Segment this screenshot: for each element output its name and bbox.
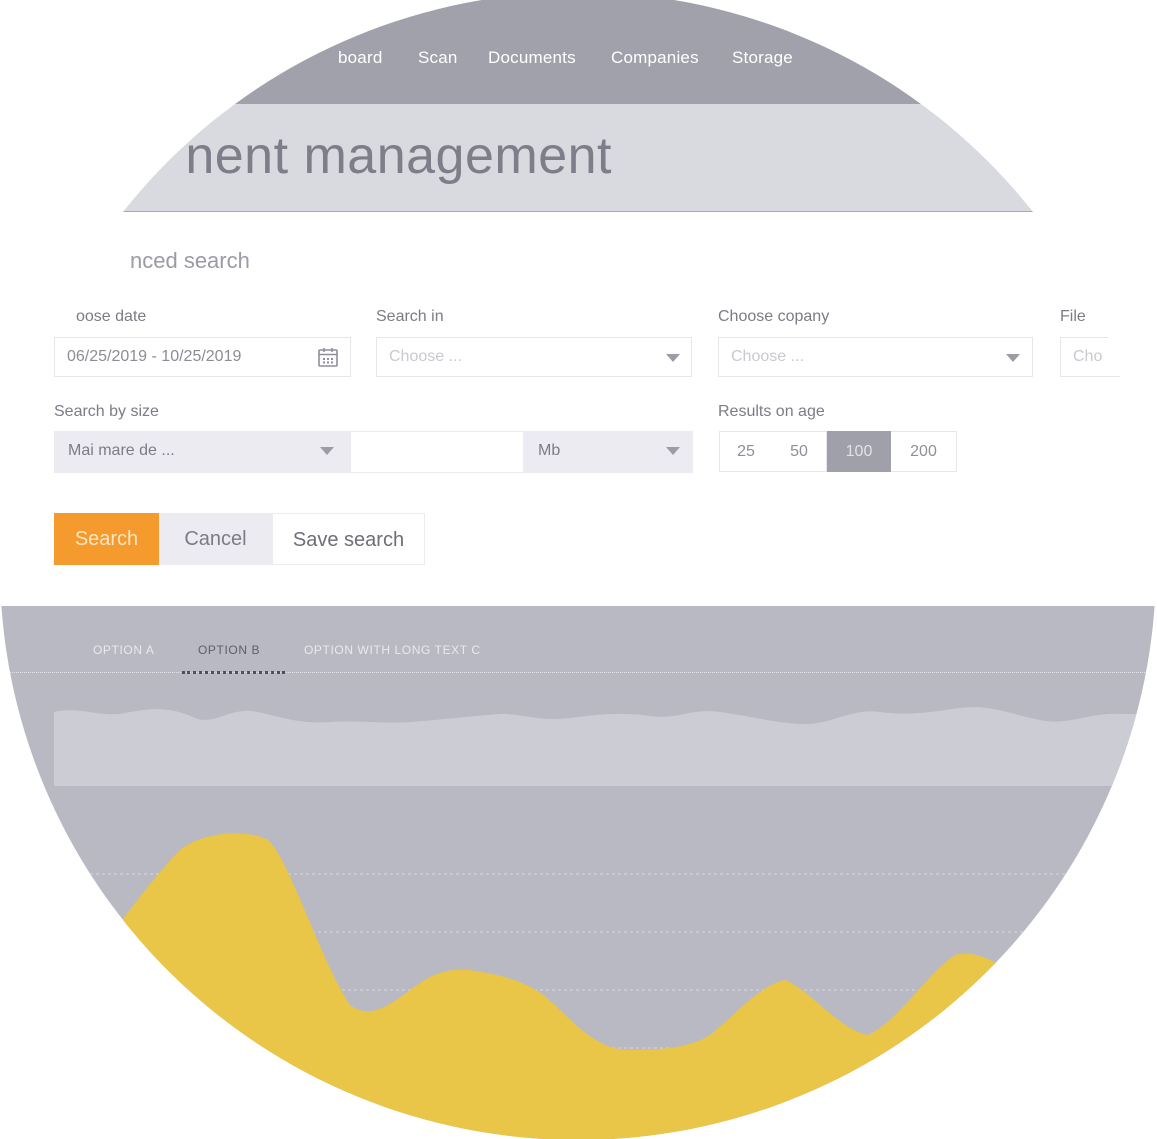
series-area [54,833,1156,1139]
app-window: board Scan Documents Companies Storage n… [0,0,1156,1139]
overview-band [54,707,1156,786]
area-chart [54,707,1156,1139]
